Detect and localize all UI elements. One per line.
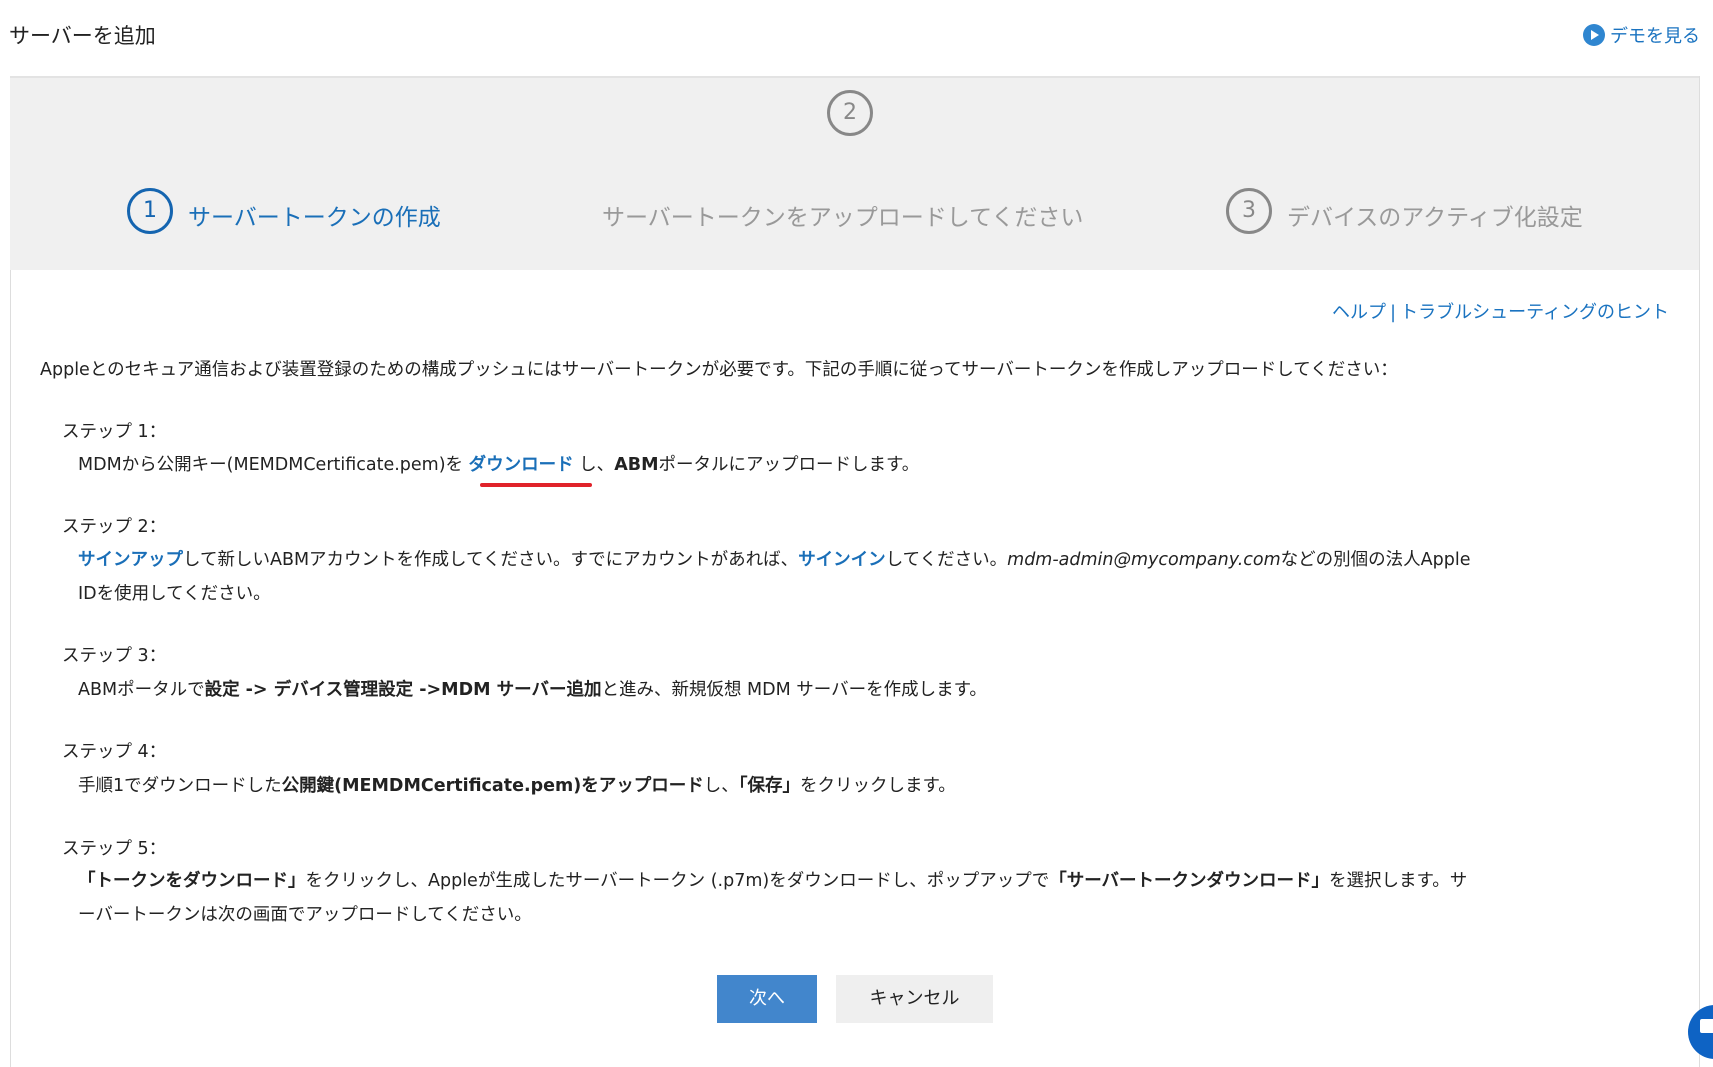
step-5-heading: ステップ 5： <box>62 839 167 859</box>
text: して新しいABMアカウントを作成してください。すでにアカウントがあれば、 <box>183 550 799 570</box>
text: MDMから公開キー(MEMDMCertificate.pem)を <box>78 455 469 475</box>
text: 手順1でダウンロードした <box>78 776 282 796</box>
play-circle-icon <box>1583 24 1605 46</box>
page-title: サーバーを追加 <box>9 24 156 48</box>
text: 設定 -> デバイス管理設定 ->MDM サーバー追加 <box>204 680 602 700</box>
step-2-text-cont: IDを使用してください。 <box>78 584 271 604</box>
text: をクリックし、Appleが生成したサーバートークン (.p7m)をダウンロードし… <box>305 871 1050 891</box>
step-5-text: 「トークンをダウンロード」をクリックし、Appleが生成したサーバートークン (… <box>78 867 1467 892</box>
step-3-heading: ステップ 3： <box>62 646 167 666</box>
signup-link[interactable]: サインアップ <box>78 550 183 570</box>
step-1-heading: ステップ 1： <box>62 422 167 442</box>
text: をクリックします。 <box>799 776 956 796</box>
help-link[interactable]: ヘルプ <box>1332 302 1386 323</box>
step-3-number: 3 <box>1226 188 1272 234</box>
text: 「トークンをダウンロード」 <box>78 871 306 891</box>
text: し、 <box>703 776 739 796</box>
text: 公開鍵(MEMDMCertificate.pem)をアップロード <box>281 776 704 796</box>
step-4-heading: ステップ 4： <box>62 742 167 762</box>
text: と進み、新規仮想 MDM サーバーを作成します。 <box>601 680 987 700</box>
troubleshooting-link[interactable]: トラブルシューティングのヒント <box>1400 302 1669 323</box>
step-1-text: MDMから公開キー(MEMDMCertificate.pem)を ダウンロード … <box>78 451 919 476</box>
step-5-text-cont: ーバートークンは次の画面でアップロードしてください。 <box>78 905 532 925</box>
text: してください。 <box>885 550 1008 570</box>
step-3-text: ABMポータルで設定 -> デバイス管理設定 ->MDM サーバー追加と進み、新… <box>78 676 987 701</box>
text: 「サーバートークンダウンロード」 <box>1049 871 1330 891</box>
step-2-heading: ステップ 2： <box>62 517 167 537</box>
download-underline-highlight <box>480 483 592 487</box>
download-link[interactable]: ダウンロード <box>469 455 574 475</box>
next-button[interactable]: 次へ <box>717 975 817 1023</box>
text: ポータルにアップロードします。 <box>658 455 920 475</box>
step-2-label: サーバートークンをアップロードしてください <box>602 205 1084 231</box>
demo-link[interactable]: デモを見る <box>1583 22 1700 48</box>
step-1-number: 1 <box>127 188 173 234</box>
text: 「保存」 <box>738 776 800 796</box>
example-email: mdm-admin@mycompany.com <box>1007 550 1281 570</box>
step-1-label: サーバートークンの作成 <box>188 205 441 231</box>
signin-link[interactable]: サインイン <box>798 550 886 570</box>
text: を選択します。サ <box>1329 871 1468 891</box>
text: ABM <box>614 455 659 475</box>
step-3-label: デバイスのアクティブ化設定 <box>1287 205 1583 231</box>
step-2-number: 2 <box>827 90 873 136</box>
intro-text: Appleとのセキュア通信および装置登録のための構成プッシュにはサーバートークン… <box>40 360 1398 380</box>
step-2-text: サインアップして新しいABMアカウントを作成してください。すでにアカウントがあれ… <box>78 546 1470 571</box>
step-4-text: 手順1でダウンロードした公開鍵(MEMDMCertificate.pem)をアッ… <box>78 772 956 797</box>
demo-link-label: デモを見る <box>1610 26 1700 47</box>
text: し、 <box>573 455 615 475</box>
text: などの別個の法人Apple <box>1280 550 1471 570</box>
help-links: ヘルプ | トラブルシューティングのヒント <box>1332 298 1669 324</box>
help-separator: | <box>1390 302 1397 323</box>
wizard-steps: 2 1 サーバートークンの作成 サーバートークンをアップロードしてください 3 … <box>10 76 1699 270</box>
text: ABMポータルで <box>78 680 205 700</box>
cancel-button[interactable]: キャンセル <box>836 975 993 1023</box>
